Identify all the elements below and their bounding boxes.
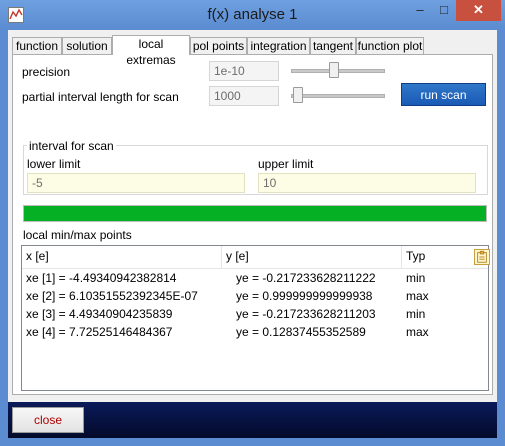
tab-pol-points[interactable]: pol points: [190, 37, 247, 54]
interval-length-field[interactable]: 1000: [209, 86, 279, 106]
list-header: x [e] y [e] Typ: [22, 246, 490, 269]
typ-cell: min: [406, 271, 426, 285]
scan-progress-bar: [23, 205, 487, 222]
minimize-button[interactable]: –: [408, 0, 432, 21]
column-header-y[interactable]: y [e]: [222, 246, 402, 268]
scan-progress-fill: [24, 206, 486, 221]
tab-tangent[interactable]: tangent: [310, 37, 356, 54]
run-scan-button[interactable]: run scan: [401, 83, 486, 106]
tab-solution[interactable]: solution: [62, 37, 112, 54]
y-cell: ye = 0.999999999999938: [236, 289, 373, 303]
title-bar[interactable]: f(x) analyse 1 – □ ✕: [0, 0, 505, 30]
lower-limit-label: lower limit: [27, 157, 81, 171]
close-button[interactable]: close: [12, 407, 84, 433]
precision-slider[interactable]: [291, 62, 385, 78]
tab-page-local-extremas: precision 1e-10 run scan partial interva…: [12, 54, 493, 395]
precision-slider-thumb[interactable]: [329, 62, 339, 78]
typ-cell: max: [406, 289, 429, 303]
x-cell: xe [1] = -4.49340942382814: [26, 271, 177, 285]
clipboard-icon[interactable]: [474, 249, 490, 265]
extremas-list[interactable]: x [e] y [e] Typ xe [1] = -4.493409423828…: [21, 245, 490, 391]
y-cell: ye = -0.217233628211222: [236, 271, 376, 285]
interval-length-label: partial interval length for scan: [22, 90, 179, 104]
interval-length-slider-track: [291, 94, 385, 98]
table-row[interactable]: xe [3] = 4.49340904235839 ye = -0.217233…: [22, 307, 488, 324]
y-cell: ye = -0.217233628211203: [236, 307, 376, 321]
column-header-x[interactable]: x [e]: [22, 246, 222, 268]
maximize-button[interactable]: □: [432, 0, 456, 21]
y-cell: ye = 0.12837455352589: [236, 325, 366, 339]
table-row[interactable]: xe [2] = 6.10351552392345E-07 ye = 0.999…: [22, 289, 488, 306]
x-cell: xe [4] = 7.72525146484367: [26, 325, 173, 339]
client-area: function solution local extremas pol poi…: [8, 30, 497, 438]
upper-limit-label: upper limit: [258, 157, 314, 171]
table-row[interactable]: xe [1] = -4.49340942382814 ye = -0.21723…: [22, 271, 488, 288]
table-row[interactable]: xe [4] = 7.72525146484367 ye = 0.1283745…: [22, 325, 488, 342]
tab-function-plot[interactable]: function plot: [356, 37, 424, 54]
tab-function[interactable]: function: [12, 37, 62, 54]
precision-field[interactable]: 1e-10: [209, 61, 279, 81]
typ-cell: max: [406, 325, 429, 339]
x-cell: xe [2] = 6.10351552392345E-07: [26, 289, 198, 303]
results-title: local min/max points: [23, 228, 132, 242]
precision-label: precision: [22, 65, 71, 79]
typ-cell: min: [406, 307, 426, 321]
interval-group-title: interval for scan: [27, 139, 116, 153]
tab-integration[interactable]: integration: [247, 37, 310, 54]
tab-local-extremas[interactable]: local extremas: [112, 35, 190, 67]
app-window: f(x) analyse 1 – □ ✕ function solution l…: [0, 0, 505, 446]
upper-limit-field[interactable]: 10: [258, 173, 476, 193]
window-close-button[interactable]: ✕: [456, 0, 501, 21]
lower-limit-field[interactable]: -5: [27, 173, 245, 193]
interval-length-slider-thumb[interactable]: [293, 87, 303, 103]
x-cell: xe [3] = 4.49340904235839: [26, 307, 173, 321]
interval-length-slider[interactable]: [291, 87, 385, 103]
footer-bar: close: [8, 402, 497, 438]
